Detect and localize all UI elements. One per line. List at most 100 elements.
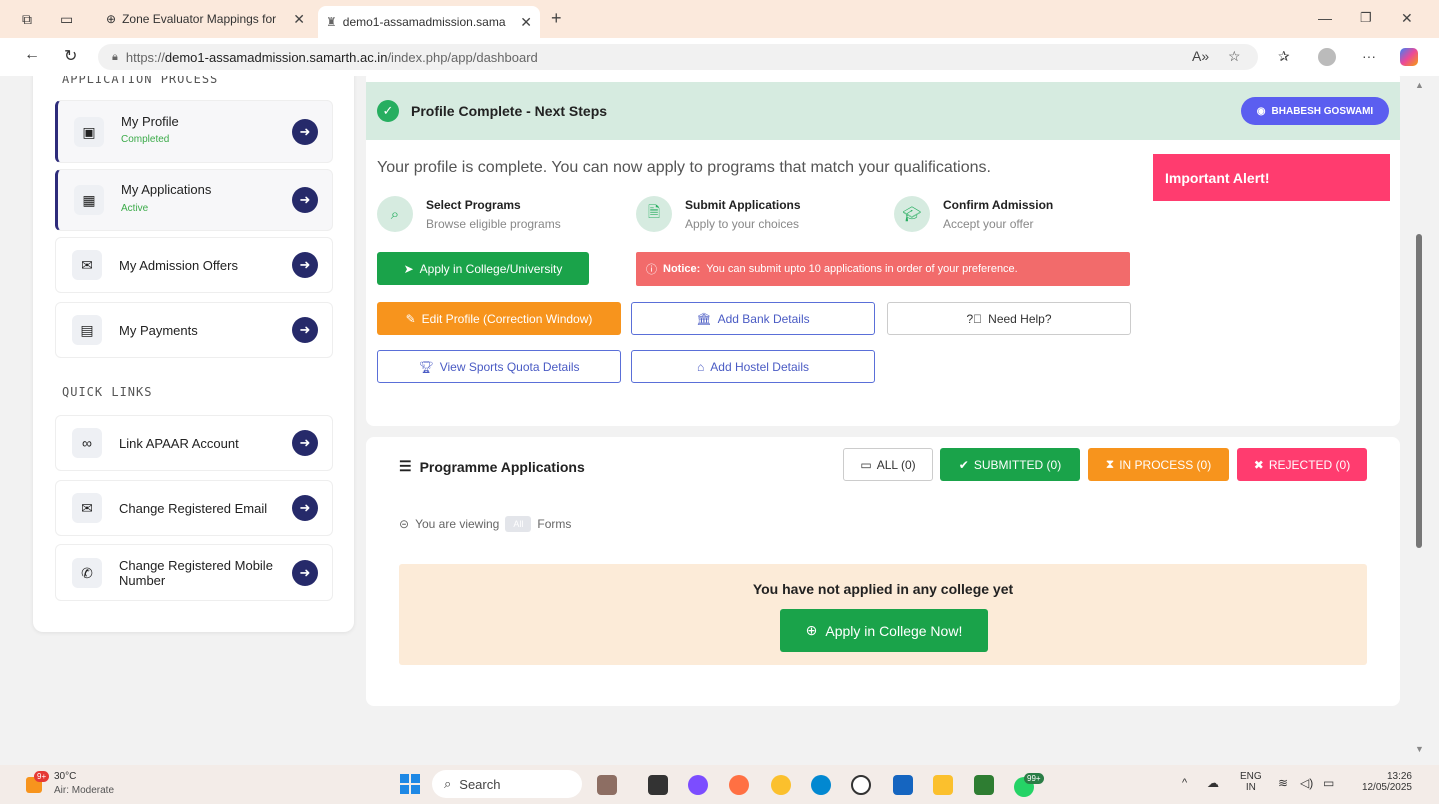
weather-temp[interactable]: 30°C: [54, 771, 76, 782]
excel-icon[interactable]: [974, 775, 994, 795]
new-tab-button[interactable]: +: [551, 8, 562, 29]
envelope-badge-icon: ✉: [72, 250, 102, 280]
arrow-right-icon[interactable]: ➜: [292, 495, 318, 521]
store-icon[interactable]: [893, 775, 913, 795]
arrow-right-icon[interactable]: ➜: [292, 252, 318, 278]
sidebar-item-label: My Profile: [121, 114, 179, 129]
news-widget-icon[interactable]: [597, 775, 617, 795]
viewing-suffix: Forms: [537, 517, 572, 531]
tray-chevron-icon[interactable]: ^: [1182, 777, 1187, 789]
filter-all-button[interactable]: ▭ ALL (0): [843, 448, 933, 481]
sidebar-item-my-payments[interactable]: ▤ My Payments ➜: [55, 302, 333, 358]
apply-college-button[interactable]: ➤ Apply in College/University: [377, 252, 589, 285]
tab-actions-icon[interactable]: ▭: [60, 11, 73, 28]
quick-link-label: Link APAAR Account: [119, 436, 239, 451]
clock-date: 12/05/2025: [1361, 782, 1412, 793]
read-aloud-icon[interactable]: A»: [1192, 48, 1209, 64]
chrome-icon[interactable]: [771, 775, 791, 795]
wifi-icon[interactable]: ≋: [1278, 776, 1288, 790]
phone-icon: ✆: [72, 558, 102, 588]
clock[interactable]: 13:26 12/05/2025: [1352, 771, 1412, 793]
pencil-icon: ✎: [405, 311, 416, 326]
section-heading-application-process: APPLICATION PROCESS: [62, 76, 219, 86]
onedrive-icon[interactable]: ☁: [1207, 776, 1219, 790]
user-icon: ◉: [1256, 105, 1266, 117]
hourglass-icon: ⧗: [1105, 457, 1115, 471]
profile-card-header: ✓ Profile Complete - Next Steps ◉ BHABES…: [366, 82, 1400, 140]
sidebar-item-my-profile[interactable]: ▣ My Profile Completed ➜: [55, 100, 333, 163]
task-view-icon[interactable]: [648, 775, 668, 795]
profile-avatar-icon[interactable]: [1318, 48, 1336, 66]
lang-code: ENG: [1240, 771, 1262, 782]
apply-now-button[interactable]: ⊕ Apply in College Now!: [780, 609, 988, 652]
important-alert-box[interactable]: Important Alert!: [1153, 154, 1390, 201]
firefox-icon[interactable]: [729, 775, 749, 795]
quick-link-apaar[interactable]: ∞ Link APAAR Account ➜: [55, 415, 333, 471]
close-window-icon[interactable]: ✕: [1401, 10, 1413, 27]
url-prefix: https://: [125, 49, 165, 65]
add-hostel-button[interactable]: ⌂ Add Hostel Details: [631, 350, 875, 383]
search-icon: ⌕: [444, 776, 452, 791]
scroll-down-icon[interactable]: ▼: [1415, 744, 1424, 754]
user-name-badge[interactable]: ◉ BHABESH GOSWAMI: [1241, 97, 1389, 125]
tab-samarth-dashboard[interactable]: ♜ demo1-assamadmission.samarth. ✕: [318, 6, 540, 38]
arrow-right-icon[interactable]: ➜: [292, 119, 318, 145]
battery-icon[interactable]: ▭: [1323, 776, 1334, 790]
whatsapp-badge: 99+: [1024, 773, 1044, 784]
close-tab-icon[interactable]: ✕: [293, 11, 305, 28]
sidebar: APPLICATION PROCESS ▣ My Profile Complet…: [33, 76, 354, 632]
arrow-right-icon[interactable]: ➜: [292, 560, 318, 586]
whatsapp-icon[interactable]: 99+: [1014, 773, 1044, 797]
quick-link-change-mobile[interactable]: ✆ Change Registered Mobile Number ➜: [55, 544, 333, 601]
arrow-right-icon[interactable]: ➜: [292, 430, 318, 456]
windows-start-icon[interactable]: [400, 774, 420, 794]
add-bank-details-button[interactable]: 🏛︎ Add Bank Details: [631, 302, 875, 335]
step-title: Confirm Admission: [943, 198, 1054, 212]
reload-icon[interactable]: ↻: [64, 46, 77, 66]
workspaces-icon[interactable]: ⧉: [22, 11, 32, 28]
arrow-right-icon[interactable]: ➜: [292, 187, 318, 213]
apply-now-label: Apply in College Now!: [825, 622, 963, 639]
tab-zone-evaluator[interactable]: ⊕ Zone Evaluator Mappings for : (9 ✕: [98, 4, 313, 34]
sidebar-item-my-applications[interactable]: ▦ My Applications Active ➜: [55, 169, 333, 231]
close-tab-icon[interactable]: ✕: [520, 14, 532, 31]
filter-all-label: ALL (0): [876, 457, 916, 472]
minimize-icon[interactable]: —: [1318, 10, 1332, 26]
taskbar-search-box[interactable]: ⌕ Search: [432, 770, 582, 798]
page-scrollbar[interactable]: ▲ ▼: [1411, 76, 1429, 765]
notice-banner: ⓘ Notice: You can submit upto 10 applica…: [636, 252, 1130, 286]
sidebar-item-status: Completed: [121, 134, 170, 145]
arrow-right-icon[interactable]: ➜: [292, 317, 318, 343]
profile-card-title: Profile Complete - Next Steps: [411, 103, 608, 119]
edit-profile-button[interactable]: ✎ Edit Profile (Correction Window): [377, 302, 621, 335]
dell-icon[interactable]: [851, 775, 871, 795]
sidebar-item-admission-offers[interactable]: ✉ My Admission Offers ➜: [55, 237, 333, 293]
more-menu-icon[interactable]: ···: [1362, 48, 1376, 64]
sidebar-item-label: My Payments: [119, 323, 198, 338]
volume-icon[interactable]: ◁): [1300, 776, 1313, 790]
copilot-app-icon[interactable]: [688, 775, 708, 795]
edge-icon[interactable]: [811, 775, 831, 795]
language-indicator[interactable]: ENG IN: [1240, 771, 1262, 793]
favorites-list-icon[interactable]: ✰: [1278, 48, 1290, 65]
favorite-star-icon[interactable]: ☆: [1228, 48, 1241, 65]
folder-icon: ▭: [860, 457, 872, 472]
viewing-filter-text: ⊝ You are viewing All Forms: [399, 516, 571, 532]
filter-rejected-button[interactable]: ✖ REJECTED (0): [1237, 448, 1367, 481]
scrollbar-thumb[interactable]: [1416, 234, 1422, 548]
need-help-button[interactable]: ?⃝ Need Help?: [887, 302, 1131, 335]
filter-in-process-button[interactable]: ⧗ IN PROCESS (0): [1088, 448, 1229, 481]
browser-tab-bar: ⧉ ▭ ⊕ Zone Evaluator Mappings for : (9 ✕…: [0, 0, 1439, 38]
scroll-up-icon[interactable]: ▲: [1415, 80, 1424, 90]
url-field[interactable]: 🔒︎ https://demo1-assamadmission.samarth.…: [98, 44, 1258, 70]
restore-icon[interactable]: ❐: [1360, 10, 1372, 26]
quick-link-change-email[interactable]: ✉ Change Registered Email ➜: [55, 480, 333, 536]
back-icon[interactable]: ←: [24, 46, 40, 64]
x-circle-icon: ✖: [1253, 457, 1264, 472]
copilot-icon[interactable]: [1400, 48, 1418, 66]
edit-profile-label: Edit Profile (Correction Window): [421, 311, 593, 326]
filter-submitted-button[interactable]: ✔ SUBMITTED (0): [940, 448, 1080, 481]
weather-icon[interactable]: 9+: [26, 771, 50, 795]
sports-quota-button[interactable]: 🏆︎ View Sports Quota Details: [377, 350, 621, 383]
file-explorer-icon[interactable]: [933, 775, 953, 795]
